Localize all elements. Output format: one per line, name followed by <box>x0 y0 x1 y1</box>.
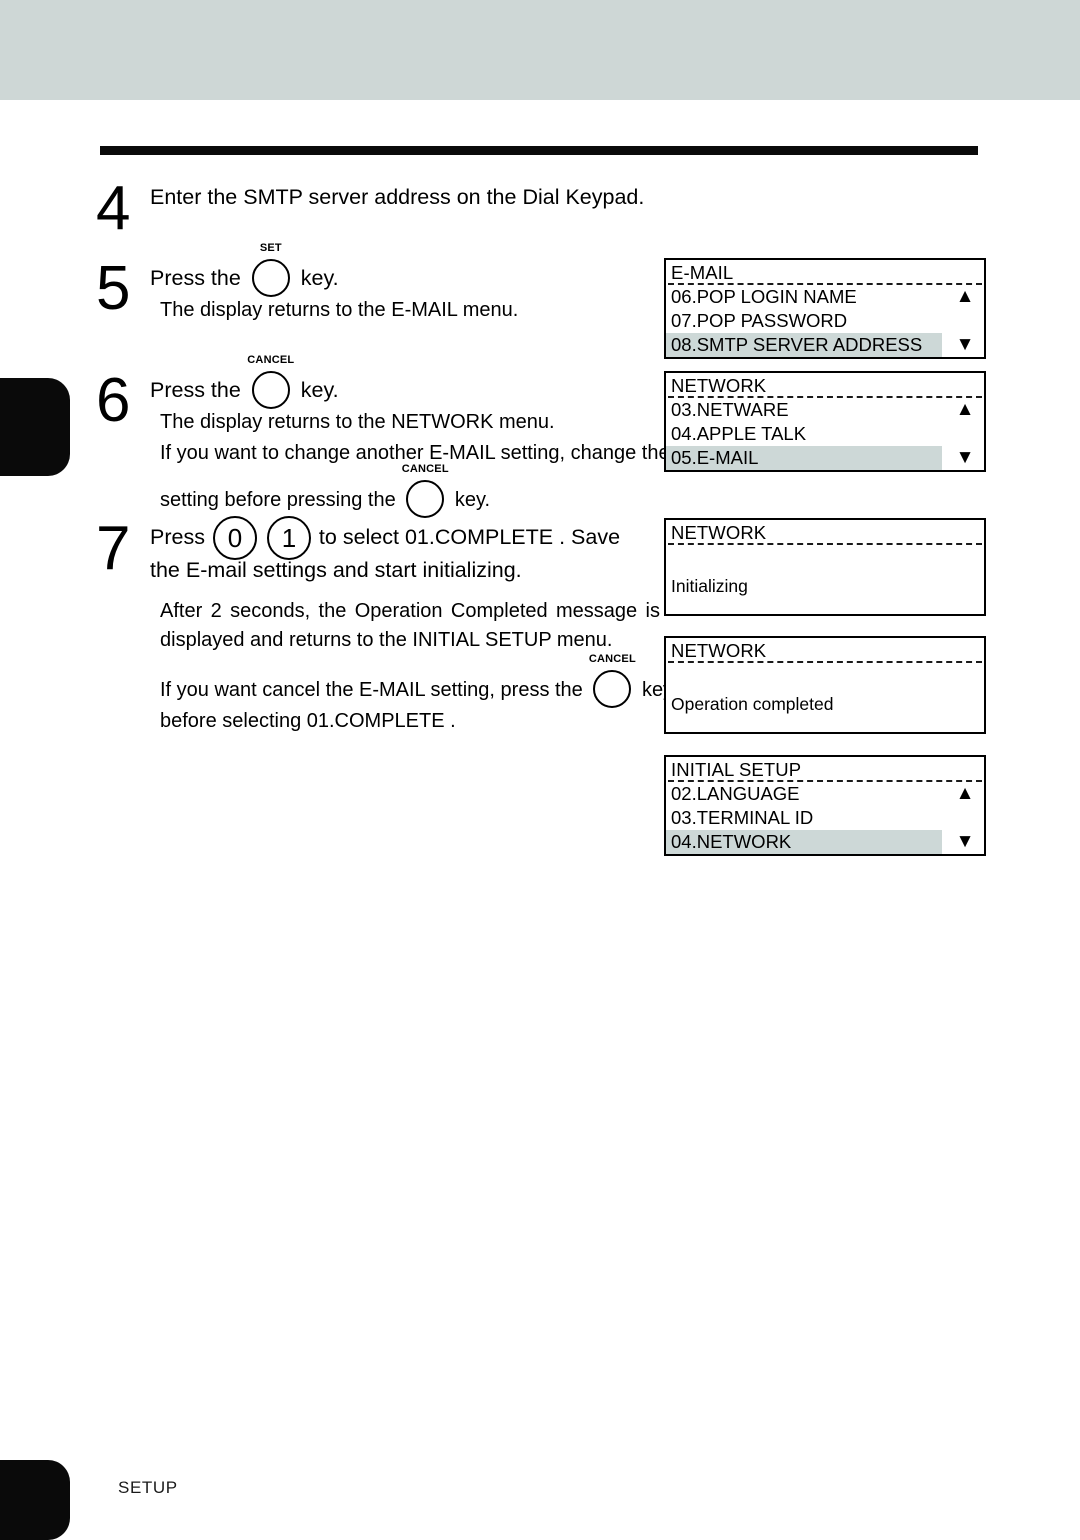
list-item[interactable]: 07.POP PASSWORD <box>666 309 984 333</box>
step-6-number: 6 <box>96 366 131 435</box>
step-7-press-label: Press <box>150 525 205 549</box>
step-6-note-3-text: setting before pressing the <box>160 489 396 511</box>
step-7-select-label: to select 01.COMPLETE . Save <box>318 525 621 549</box>
cancel-key-icon-step7[interactable]: CANCEL <box>588 653 636 708</box>
digit-key-0[interactable]: 0 <box>211 516 259 560</box>
step-7-lead: Press 0 1 to select 01.COMPLETE . Save <box>150 516 730 560</box>
step-5-number: 5 <box>96 254 131 323</box>
scroll-down-icon[interactable]: ▼ <box>954 333 976 357</box>
network-panel-rows: 03.NETWARE ▲ 04.APPLE TALK 05.E-MAIL ▼ <box>666 398 984 470</box>
scroll-down-icon[interactable]: ▼ <box>954 446 976 470</box>
setup-row-1-label: 03.TERMINAL ID <box>671 807 814 828</box>
step-6-lead: Press the CANCEL key. <box>150 354 716 409</box>
network-initializing-title: NETWORK <box>671 522 767 543</box>
initial-setup-rows: 02.LANGUAGE ▲ 03.TERMINAL ID 04.NETWORK … <box>666 782 984 854</box>
email-row-2-label: 08.SMTP SERVER ADDRESS <box>671 334 923 355</box>
email-panel-title: E-MAIL <box>671 262 734 283</box>
network-completed-message: Operation completed <box>671 694 834 714</box>
step-6-note-1: The display returns to the NETWORK menu. <box>160 411 555 433</box>
list-item[interactable]: 03.TERMINAL ID <box>666 806 984 830</box>
network-row-0-label: 03.NETWARE <box>671 399 789 420</box>
step-6-note-3-tail: key. <box>454 489 491 511</box>
network-initializing-message: Initializing <box>671 576 748 596</box>
cancel-key-icon[interactable]: CANCEL <box>247 354 295 409</box>
cancel-key-step7-caption: CANCEL <box>588 653 636 665</box>
scroll-up-icon[interactable]: ▲ <box>954 782 976 806</box>
step-6-note-3: setting before pressing the CANCEL key. <box>160 463 716 518</box>
footer-side-tab <box>0 1460 70 1540</box>
footer-section-label: SETUP <box>118 1478 178 1497</box>
step-6-key-label: key. <box>300 378 339 402</box>
instruction-steps: 4 Enter the SMTP server address on the D… <box>0 0 673 1526</box>
step-4-text: Enter the SMTP server address on the Dia… <box>150 185 645 209</box>
initial-setup-panel: INITIAL SETUP 02.LANGUAGE ▲ 03.TERMINAL … <box>664 755 986 856</box>
step-7-note-3: before selecting 01.COMPLETE . <box>160 710 456 732</box>
list-item-selected[interactable]: 04.NETWORK ▼ <box>666 830 974 854</box>
network-initializing-panel: NETWORK Initializing <box>664 518 986 616</box>
setup-row-2-label: 04.NETWORK <box>671 831 792 852</box>
email-row-0-label: 06.POP LOGIN NAME <box>671 286 857 307</box>
initial-setup-title: INITIAL SETUP <box>671 759 802 780</box>
cancel-key-step7-circle <box>593 670 632 708</box>
step-7-number: 7 <box>96 514 131 583</box>
setup-row-0-label: 02.LANGUAGE <box>671 783 800 804</box>
email-row-1-label: 07.POP PASSWORD <box>671 310 848 331</box>
network-row-2-label: 05.E-MAIL <box>671 447 759 468</box>
step-5-press-label: Press the <box>150 266 241 290</box>
network-panel-title: NETWORK <box>671 375 767 396</box>
step-7-note-1: After 2 seconds, the Operation Completed… <box>160 600 660 651</box>
digit-key-1-glyph: 1 <box>266 516 311 560</box>
set-key-icon[interactable]: SET <box>247 242 295 297</box>
list-item-selected[interactable]: 05.E-MAIL ▼ <box>666 446 974 470</box>
email-panel: E-MAIL 06.POP LOGIN NAME ▲ 07.POP PASSWO… <box>664 258 986 359</box>
list-item[interactable]: 03.NETWARE ▲ <box>666 398 984 422</box>
scroll-up-icon[interactable]: ▲ <box>954 398 976 422</box>
network-panel: NETWORK 03.NETWARE ▲ 04.APPLE TALK 05.E-… <box>664 371 986 472</box>
digit-key-1[interactable]: 1 <box>265 516 313 560</box>
set-key-circle <box>251 259 290 297</box>
scroll-down-icon[interactable]: ▼ <box>954 830 976 854</box>
list-item[interactable]: 02.LANGUAGE ▲ <box>666 782 984 806</box>
set-key-caption: SET <box>259 242 282 254</box>
panel-spacer <box>666 663 984 693</box>
digit-key-0-glyph: 0 <box>212 516 257 560</box>
network-completed-panel: NETWORK Operation completed <box>664 636 986 734</box>
step-4-number: 4 <box>96 174 131 243</box>
step-7-note-2-text: If you want cancel the E-MAIL setting, p… <box>160 679 583 701</box>
cancel-key-caption: CANCEL <box>247 354 295 366</box>
cancel-key-inline-circle <box>406 480 445 518</box>
list-item[interactable]: 06.POP LOGIN NAME ▲ <box>666 285 984 309</box>
email-panel-rows: 06.POP LOGIN NAME ▲ 07.POP PASSWORD 08.S… <box>666 285 984 357</box>
step-5-lead: Press the SET key. <box>150 242 716 297</box>
list-item-selected[interactable]: 08.SMTP SERVER ADDRESS ▼ <box>666 333 974 357</box>
cancel-key-inline-caption: CANCEL <box>401 463 449 475</box>
step-5-key-label: key. <box>300 266 339 290</box>
scroll-up-icon[interactable]: ▲ <box>954 285 976 309</box>
cancel-key-icon-inline[interactable]: CANCEL <box>401 463 449 518</box>
panel-spacer <box>666 545 984 575</box>
step-7-note-2: If you want cancel the E-MAIL setting, p… <box>160 653 730 708</box>
network-row-1-label: 04.APPLE TALK <box>671 423 807 444</box>
list-item[interactable]: 04.APPLE TALK <box>666 422 984 446</box>
cancel-key-circle <box>251 371 290 409</box>
step-5-note-1: The display returns to the E-MAIL menu. <box>160 299 519 321</box>
step-6-press-label: Press the <box>150 378 241 402</box>
network-completed-title: NETWORK <box>671 640 767 661</box>
